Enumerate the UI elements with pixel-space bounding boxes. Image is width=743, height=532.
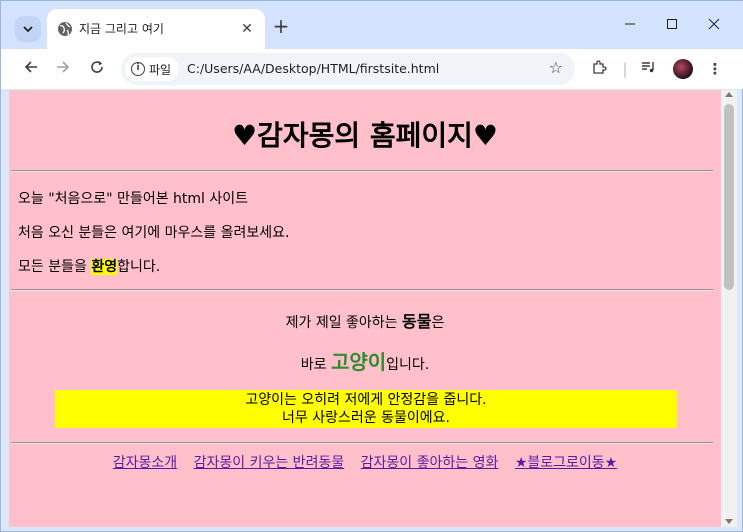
divider bbox=[11, 170, 713, 172]
reload-button[interactable] bbox=[85, 57, 109, 81]
close-tab-icon[interactable]: ✕ bbox=[237, 19, 257, 39]
url-text[interactable]: C:/Users/AA/Desktop/HTML/firstsite.html bbox=[187, 61, 439, 76]
animal-line-1: 제가 제일 좋아하는 동물은 bbox=[9, 308, 721, 332]
link-blog[interactable]: ★블로그로이동★ bbox=[515, 455, 617, 471]
tab-search-button[interactable] bbox=[15, 16, 41, 42]
divider bbox=[11, 289, 713, 291]
divider bbox=[11, 442, 713, 444]
bookmark-star-icon[interactable]: ☆ bbox=[549, 58, 563, 77]
chevron-down-icon bbox=[23, 26, 33, 33]
globe-icon bbox=[58, 22, 72, 36]
link-pets[interactable]: 감자몽이 키우는 반려동물 bbox=[194, 455, 345, 471]
cat-note-line-1: 고양이는 오히려 저에게 안정감을 줍니다. bbox=[245, 392, 487, 408]
reload-icon bbox=[91, 61, 103, 73]
scroll-thumb[interactable] bbox=[724, 104, 734, 290]
new-tab-button[interactable]: + bbox=[271, 16, 291, 37]
intro-line-2: 처음 오신 분들은 여기에 마우스를 올려보세요. bbox=[18, 225, 290, 241]
scroll-up-arrow[interactable] bbox=[725, 92, 733, 97]
vertical-scrollbar[interactable] bbox=[721, 90, 737, 527]
nav-links: 감자몽소개 감자몽이 키우는 반려동물 감자몽이 좋아하는 영화 ★블로그로이동… bbox=[9, 452, 721, 472]
scroll-down-arrow[interactable] bbox=[725, 519, 733, 524]
site-info-chip[interactable]: i 파일 bbox=[125, 57, 180, 81]
animal-line-2: 바로 고양이입니다. bbox=[9, 346, 721, 375]
tab-active[interactable]: 지금 그리고 여기 ✕ bbox=[47, 9, 265, 49]
profile-avatar[interactable] bbox=[673, 59, 693, 79]
info-icon: i bbox=[131, 62, 145, 76]
welcome-prefix: 모든 분들을 bbox=[18, 259, 92, 275]
arrow-left-icon bbox=[24, 61, 37, 73]
playlist-icon bbox=[642, 62, 654, 73]
browser-window: 지금 그리고 여기 ✕ + i 파일 C:/Users/AA/Desktop/H… bbox=[0, 0, 743, 532]
link-movies[interactable]: 감자몽이 좋아하는 영화 bbox=[361, 455, 499, 471]
intro-line-1: 오늘 "처음으로" 만들어본 html 사이트 bbox=[18, 191, 249, 207]
page-title: ♥감자몽의 홈페이지♥ bbox=[231, 119, 499, 152]
browser-toolbar: i 파일 C:/Users/AA/Desktop/HTML/firstsite.… bbox=[1, 49, 743, 89]
puzzle-icon bbox=[593, 60, 607, 74]
animal-bold: 동물 bbox=[402, 312, 432, 331]
media-control-button[interactable] bbox=[639, 59, 659, 79]
close-icon bbox=[708, 18, 720, 30]
forward-button[interactable] bbox=[51, 57, 75, 81]
welcome-suffix: 합니다. bbox=[117, 259, 161, 275]
page-viewport: ♥감자몽의 홈페이지♥ 오늘 "처음으로" 만들어본 html 사이트 처음 오… bbox=[9, 90, 721, 527]
cat-note-box: 고양이는 오히려 저에게 안정감을 줍니다. 너무 사랑스러운 동물이에요. bbox=[55, 390, 677, 428]
cat-highlight: 고양이 bbox=[330, 350, 387, 374]
cat-suffix: 입니다. bbox=[386, 357, 430, 373]
arrow-right-icon bbox=[57, 61, 70, 73]
address-bar[interactable]: i 파일 C:/Users/AA/Desktop/HTML/firstsite.… bbox=[121, 53, 575, 85]
animal-suffix: 은 bbox=[431, 315, 445, 331]
intro-line-3: 모든 분들을 환영합니다. bbox=[18, 256, 160, 276]
back-button[interactable] bbox=[19, 57, 43, 81]
tab-title: 지금 그리고 여기 bbox=[79, 22, 164, 36]
menu-kebab-icon[interactable]: ⋮ bbox=[705, 59, 725, 79]
tab-strip: 지금 그리고 여기 ✕ + bbox=[1, 1, 743, 49]
cat-note-line-2: 너무 사랑스러운 동물이에요. bbox=[282, 410, 450, 426]
animal-prefix: 제가 제일 좋아하는 bbox=[285, 315, 403, 331]
toolbar-divider: | bbox=[622, 60, 628, 78]
maximize-icon bbox=[667, 19, 677, 29]
welcome-highlight: 환영 bbox=[91, 259, 118, 275]
cat-prefix: 바로 bbox=[300, 357, 331, 373]
site-chip-label: 파일 bbox=[149, 62, 172, 77]
maximize-button[interactable] bbox=[657, 13, 687, 37]
extensions-button[interactable] bbox=[589, 59, 609, 79]
close-window-button[interactable] bbox=[699, 13, 729, 37]
minimize-icon bbox=[625, 23, 635, 25]
link-about[interactable]: 감자몽소개 bbox=[113, 455, 177, 471]
minimize-button[interactable] bbox=[615, 13, 645, 37]
